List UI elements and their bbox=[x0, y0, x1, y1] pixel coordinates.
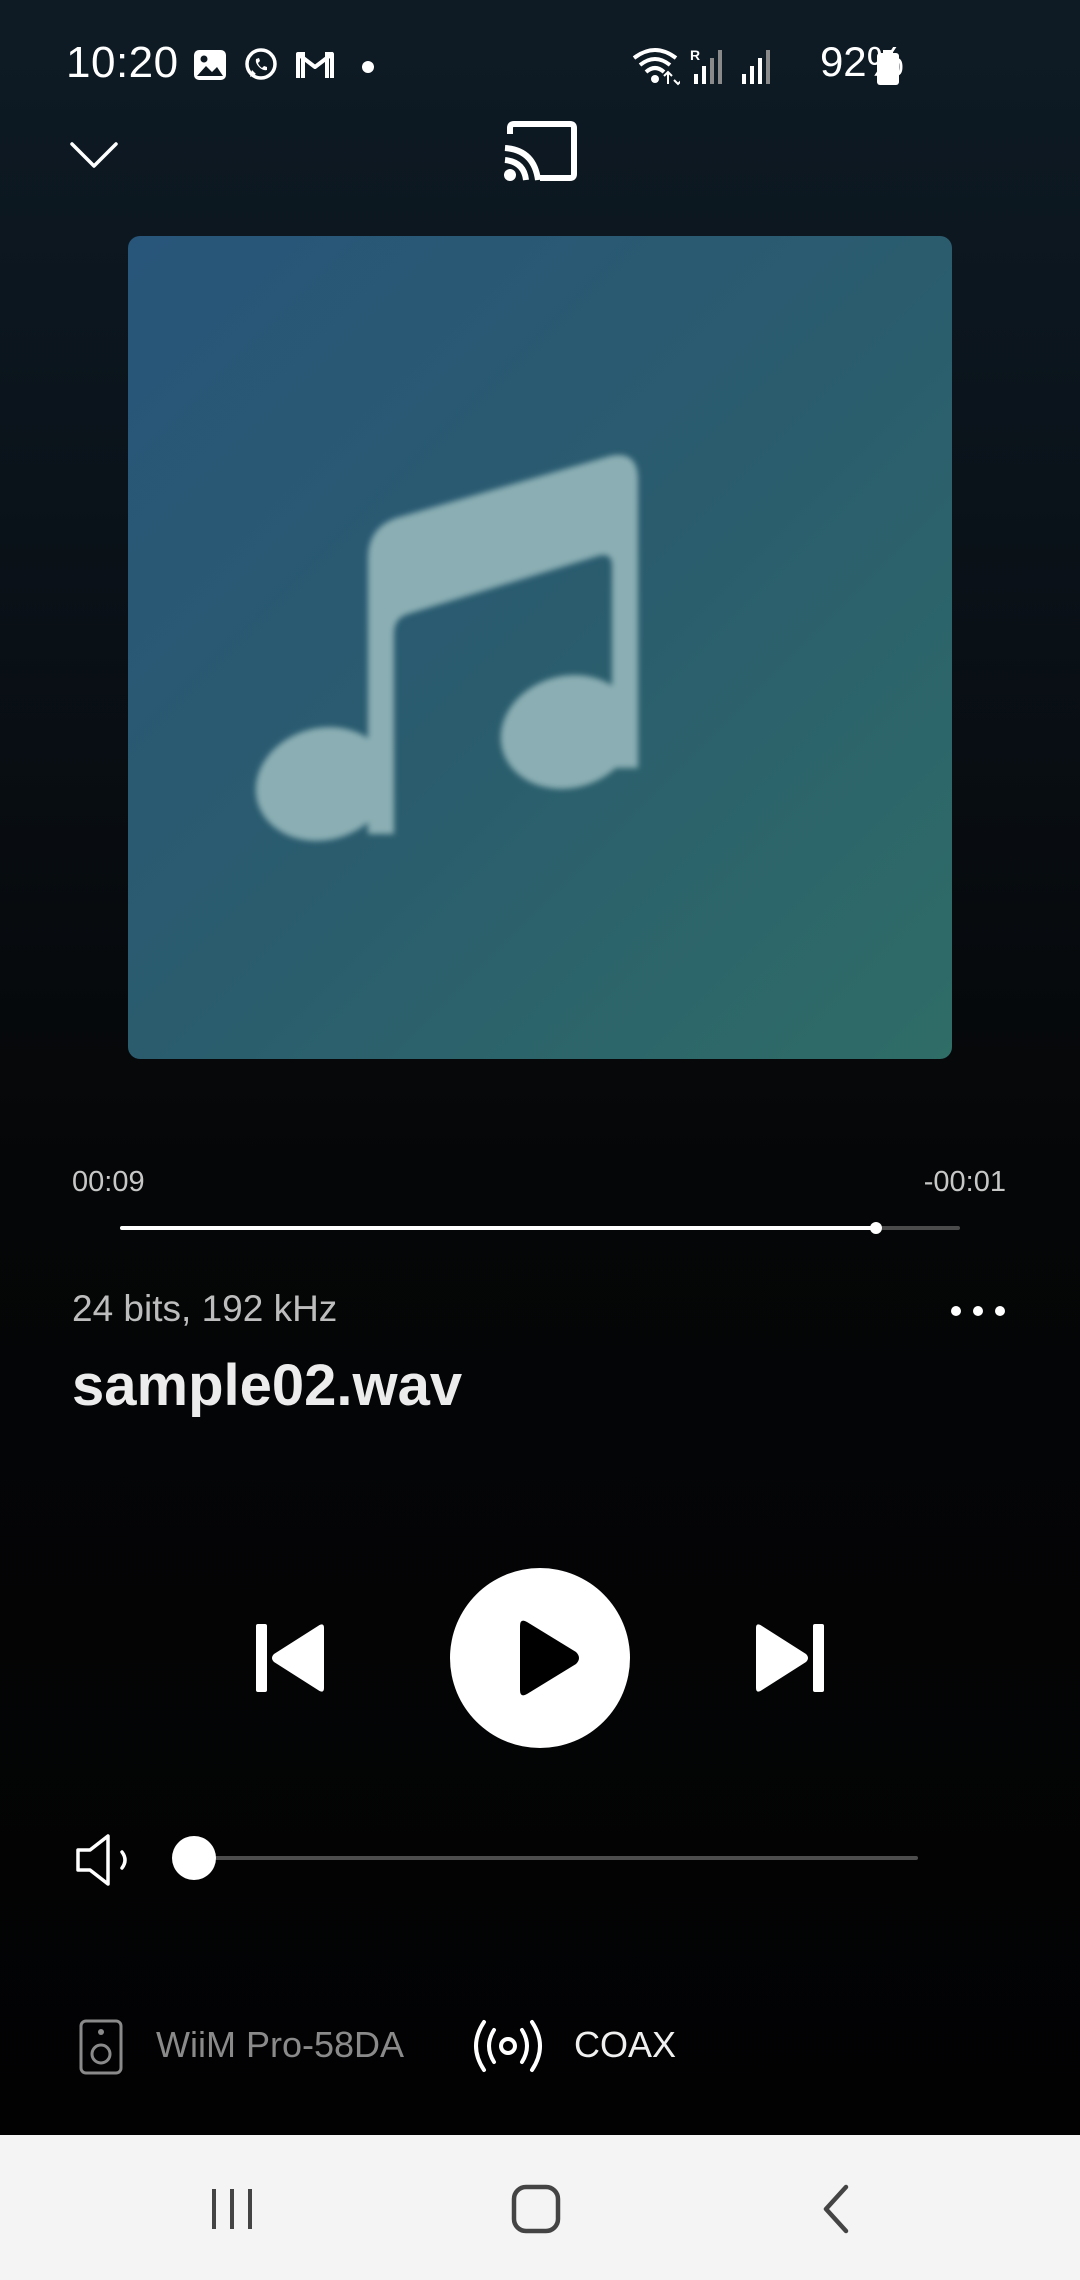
back-button[interactable] bbox=[812, 2179, 862, 2239]
album-artwork bbox=[128, 236, 952, 1059]
seek-bar-fill bbox=[120, 1226, 876, 1230]
volume-low-icon bbox=[76, 1834, 127, 1886]
chevron-down-icon bbox=[70, 142, 118, 168]
back-icon bbox=[823, 2184, 849, 2234]
status-time: 10:20 bbox=[66, 38, 179, 87]
home-icon bbox=[511, 2184, 561, 2234]
play-icon bbox=[520, 1620, 579, 1696]
gallery-icon bbox=[192, 48, 228, 86]
more-horizontal-icon bbox=[951, 1306, 1005, 1316]
previous-track-button[interactable] bbox=[252, 1620, 328, 1696]
cast-icon bbox=[504, 121, 577, 181]
speaker-icon bbox=[78, 2018, 124, 2076]
system-status-icons: R bbox=[630, 46, 776, 90]
volume-button[interactable] bbox=[74, 1830, 144, 1890]
input-source-name[interactable]: COAX bbox=[574, 2024, 676, 2066]
more-options-button[interactable] bbox=[946, 1294, 1010, 1328]
music-note-icon bbox=[255, 455, 638, 841]
device-name[interactable]: WiiM Pro-58DA bbox=[156, 2024, 404, 2066]
track-title: sample02.wav bbox=[72, 1353, 463, 1418]
skip-previous-icon bbox=[256, 1624, 324, 1692]
volume-slider[interactable] bbox=[172, 1836, 918, 1880]
dot-icon bbox=[362, 61, 374, 73]
play-button[interactable] bbox=[450, 1568, 630, 1748]
volume-slider-thumb[interactable] bbox=[172, 1836, 216, 1880]
recents-button[interactable] bbox=[196, 2183, 268, 2235]
now-playing-screen: 10:20 R 92% 00:09 -00:01 24 bits, 192 kH… bbox=[0, 0, 1080, 2135]
input-source-icon bbox=[470, 2016, 546, 2076]
battery-icon bbox=[876, 50, 900, 90]
navigation-bar bbox=[0, 2135, 1080, 2280]
home-button[interactable] bbox=[506, 2179, 566, 2239]
signal-icon bbox=[736, 46, 776, 90]
signal-roaming-icon: R bbox=[688, 46, 728, 90]
collapse-button[interactable] bbox=[66, 128, 122, 184]
gmail-icon bbox=[294, 48, 336, 86]
wifi-icon bbox=[630, 46, 683, 90]
whatsapp-icon bbox=[242, 46, 280, 88]
notification-icons bbox=[192, 46, 374, 88]
elapsed-time: 00:09 bbox=[72, 1166, 145, 1198]
recents-icon bbox=[212, 2189, 252, 2229]
seek-bar-thumb[interactable] bbox=[870, 1222, 882, 1234]
skip-next-icon bbox=[756, 1624, 824, 1692]
next-track-button[interactable] bbox=[752, 1620, 828, 1696]
audio-format: 24 bits, 192 kHz bbox=[72, 1288, 338, 1329]
svg-text:R: R bbox=[690, 47, 700, 63]
seek-bar[interactable] bbox=[120, 1222, 960, 1234]
status-bar: 10:20 R 92% bbox=[0, 0, 1080, 130]
cast-button[interactable] bbox=[500, 118, 580, 188]
remaining-time: -00:01 bbox=[923, 1166, 1006, 1198]
